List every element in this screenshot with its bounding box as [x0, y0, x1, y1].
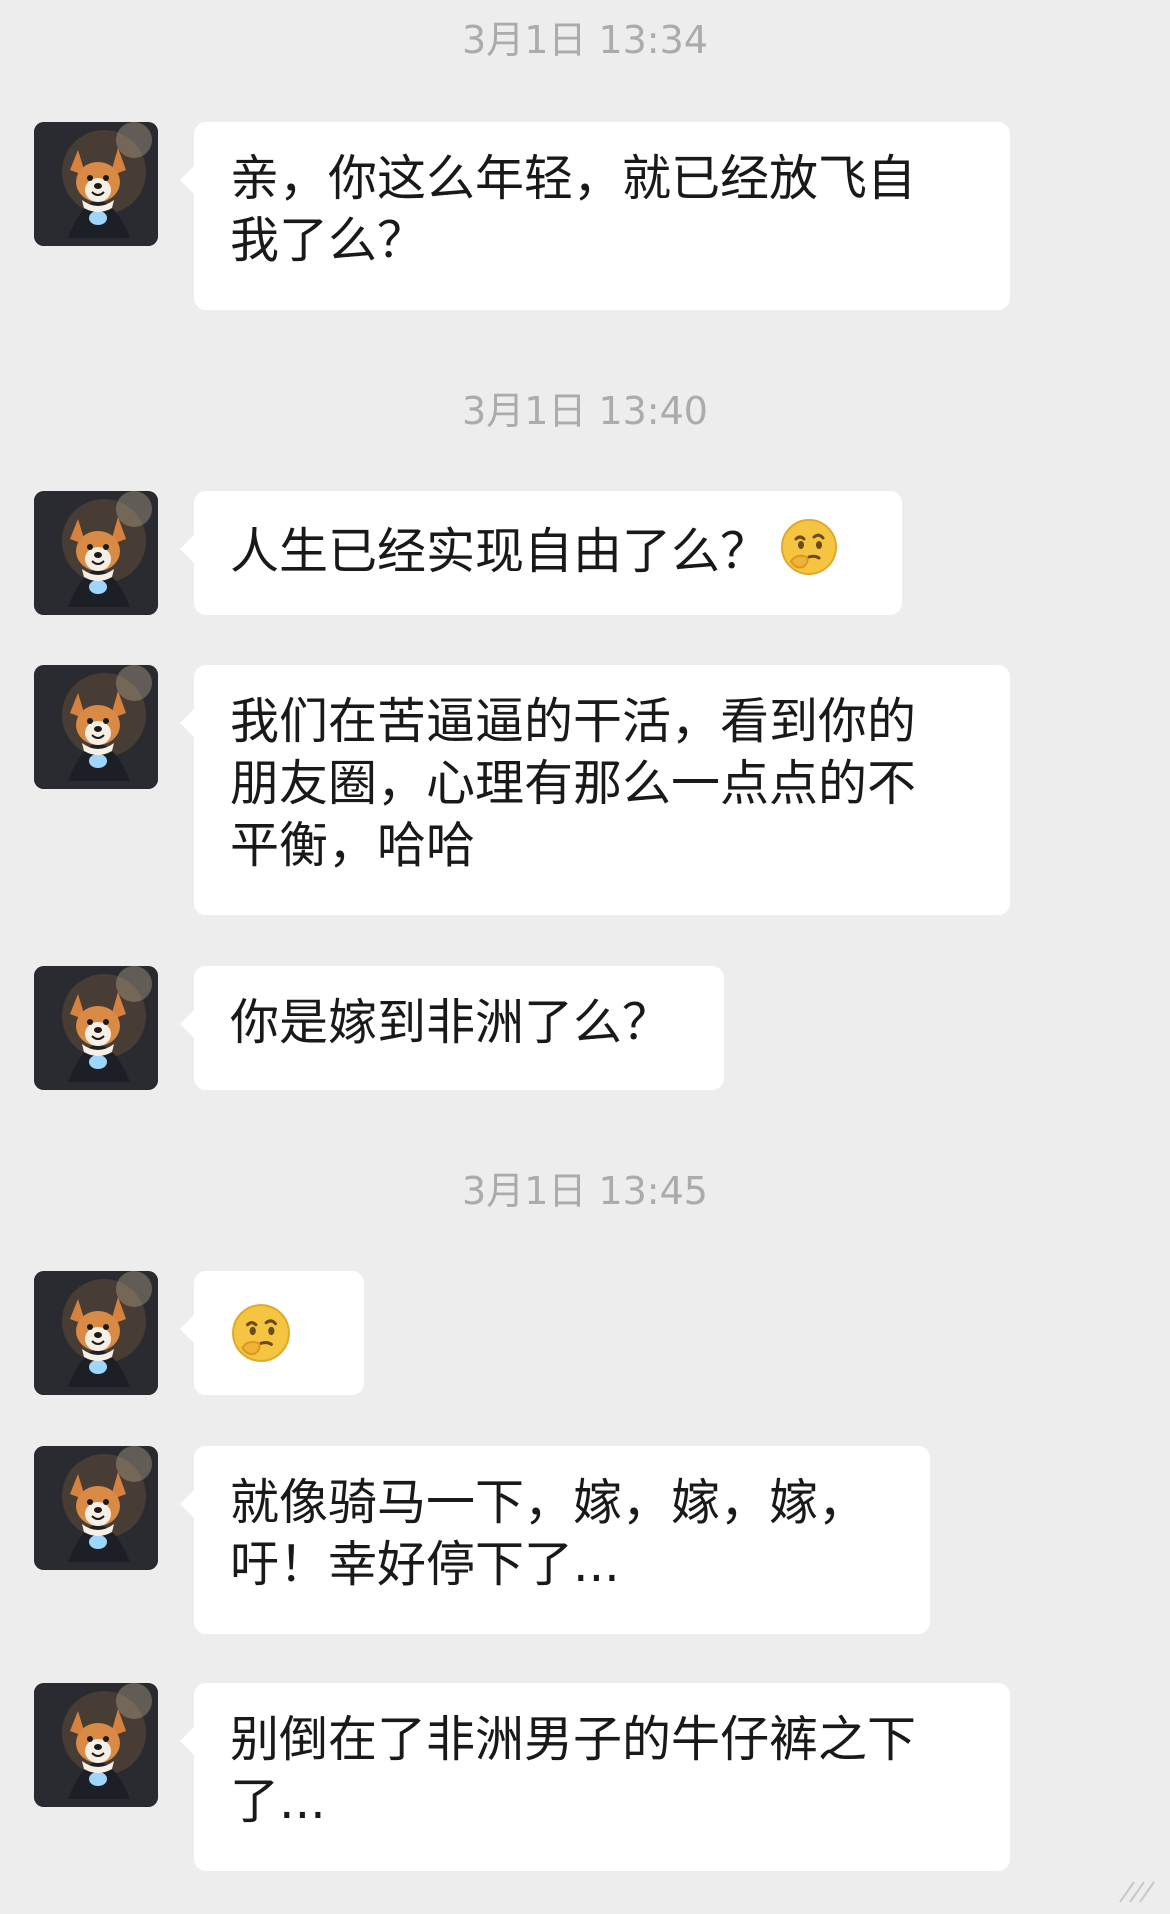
chat-history[interactable]: 3月1日 13:34 亲，你这么年轻，就已经放飞自 我了么？ 3月1日 13:4… [0, 0, 1170, 1914]
message-text: 就像骑马一下，嫁，嫁，嫁， 吁！幸好停下了... [230, 1474, 868, 1593]
message-bubble[interactable]: 就像骑马一下，嫁，嫁，嫁， 吁！幸好停下了... [180, 1446, 930, 1634]
message-bubble[interactable]: 别倒在了非洲男子的牛仔裤之下 了... [180, 1683, 1010, 1871]
thinking-face-icon [779, 517, 839, 592]
message-timestamp: 3月1日 13:45 [462, 1169, 708, 1213]
corgi-avatar-icon[interactable] [34, 665, 158, 789]
message-text: 人生已经实现自由了么？ [230, 523, 770, 580]
message-text: 你是嫁到非洲了么？ [230, 994, 672, 1051]
corgi-avatar-icon[interactable] [34, 1446, 158, 1570]
corgi-avatar-icon[interactable] [34, 122, 158, 246]
message-text: 我们在苦逼逼的干活，看到你的 朋友圈，心理有那么一点点的不 平衡，哈哈 [230, 693, 917, 874]
message-timestamp: 3月1日 13:40 [462, 389, 708, 433]
corgi-avatar-icon[interactable] [34, 1271, 158, 1395]
message-bubble[interactable] [180, 1271, 364, 1395]
watermark-icon [1116, 1876, 1160, 1906]
message-bubble[interactable]: 人生已经实现自由了么？ [180, 491, 902, 615]
corgi-avatar-icon[interactable] [34, 1683, 158, 1807]
corgi-avatar-icon[interactable] [34, 966, 158, 1090]
message-bubble[interactable]: 亲，你这么年轻，就已经放飞自 我了么？ [180, 122, 1010, 310]
message-timestamp: 3月1日 13:34 [462, 18, 708, 62]
corgi-avatar-icon[interactable] [34, 491, 158, 615]
message-text: 亲，你这么年轻，就已经放飞自 我了么？ [230, 150, 917, 269]
message-bubble[interactable]: 我们在苦逼逼的干活，看到你的 朋友圈，心理有那么一点点的不 平衡，哈哈 [180, 665, 1010, 915]
thinking-face-icon [230, 1304, 292, 1376]
message-bubble[interactable]: 你是嫁到非洲了么？ [180, 966, 724, 1090]
message-text: 别倒在了非洲男子的牛仔裤之下 了... [230, 1711, 917, 1830]
